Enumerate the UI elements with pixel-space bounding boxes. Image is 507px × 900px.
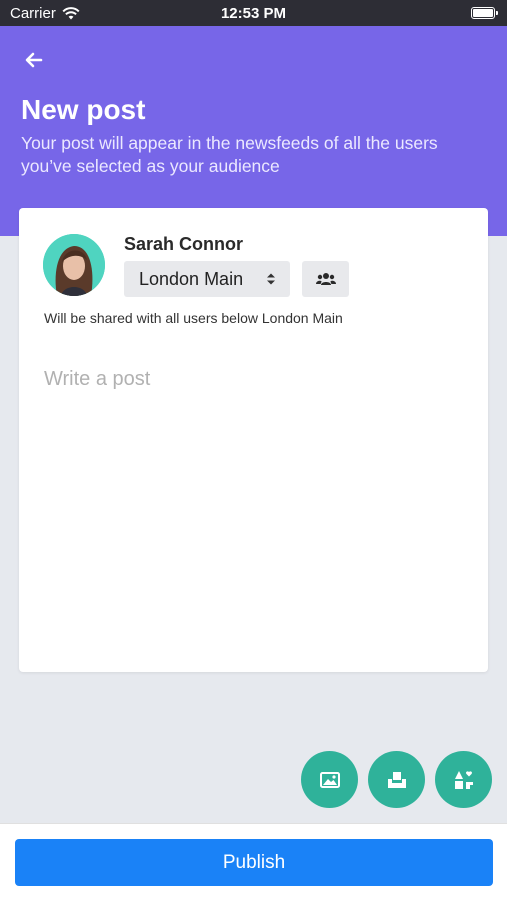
sort-chevron-icon (267, 273, 275, 285)
users-icon (315, 273, 336, 285)
audience-note: Will be shared with all users below Lond… (44, 310, 343, 326)
avatar-photo (43, 234, 105, 296)
media-icon (454, 770, 473, 789)
add-image-button[interactable] (301, 751, 358, 808)
post-composer-card: Sarah Connor London Main Will be shared … (19, 208, 488, 672)
page-subtitle: Your post will appear in the newsfeeds o… (21, 133, 438, 176)
image-icon (319, 771, 340, 788)
audience-selected-label: London Main (139, 268, 244, 289)
add-media-button[interactable] (435, 751, 492, 808)
add-attachment-button[interactable] (368, 751, 425, 808)
audience-dropdown[interactable]: London Main (124, 261, 290, 297)
status-bar: Carrier 12:53 PM (0, 0, 507, 26)
battery-icon (471, 7, 498, 19)
inbox-icon (387, 771, 406, 788)
audience-group-button[interactable] (302, 261, 349, 297)
publish-button[interactable]: Publish (15, 839, 493, 886)
post-text-input[interactable] (44, 368, 464, 648)
bottom-bar: Publish (0, 823, 507, 900)
back-arrow-icon[interactable] (22, 48, 46, 72)
author-name: Sarah Connor (124, 234, 244, 254)
avatar (43, 234, 105, 296)
status-time: 12:53 PM (220, 5, 287, 22)
header: New post Your post will appear in the ne… (0, 26, 507, 236)
page-title: New post (21, 94, 146, 125)
